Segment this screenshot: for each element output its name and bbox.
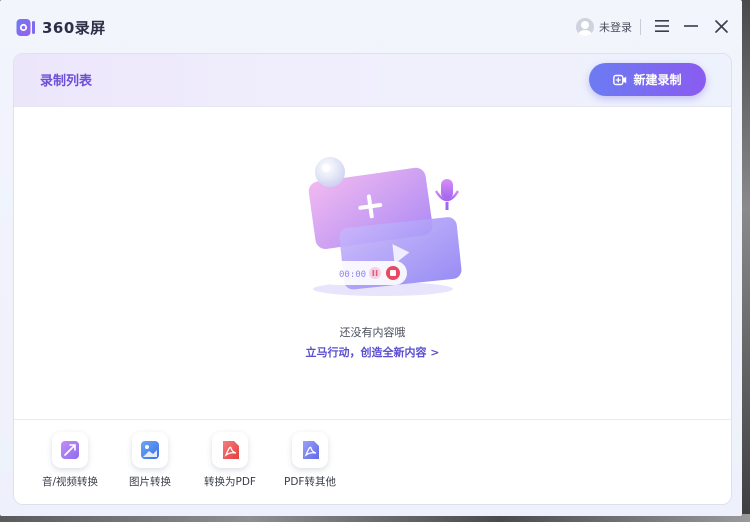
image-convert-icon (132, 432, 168, 468)
tool-label: 音/视频转换 (41, 476, 99, 488)
new-recording-button[interactable]: 新建录制 (589, 63, 706, 96)
app-name: 360录屏 (42, 18, 106, 37)
user-login[interactable]: 未登录 (576, 18, 632, 36)
titlebar-divider (640, 19, 641, 35)
app-window: 360录屏 未登录 录制列表 新建录制 00:00 还没有内容哦 立马行动，创造… (0, 0, 742, 516)
tools-bar: 音/视频转换 图片转换 转换为PDF PDF转其他 (14, 419, 731, 504)
hamburger-icon (655, 20, 669, 32)
minimize-button[interactable] (681, 16, 701, 36)
tool-label: 图片转换 (129, 476, 171, 488)
create-content-link[interactable]: 立马行动，创造全新内容 > (14, 344, 731, 360)
avatar-icon (576, 18, 594, 36)
new-recording-label: 新建录制 (633, 73, 682, 87)
close-button[interactable] (711, 16, 731, 36)
login-status: 未登录 (599, 21, 632, 34)
panel-title: 录制列表 (40, 74, 93, 89)
pdf-convert-icon (292, 432, 328, 468)
video-add-icon (613, 74, 627, 85)
to-pdf-icon (212, 432, 248, 468)
menu-button[interactable] (652, 16, 672, 36)
illustration-timer: 00:00 (339, 270, 366, 280)
app-logo: 360录屏 (16, 17, 106, 37)
title-bar: 360录屏 未登录 (0, 0, 742, 54)
tool-image-convert[interactable]: 图片转换 (110, 432, 190, 489)
tool-label: PDF转其他 (284, 476, 336, 488)
tool-to-pdf[interactable]: 转换为PDF (190, 432, 270, 489)
empty-message: 还没有内容哦 (339, 326, 406, 339)
tool-media-convert[interactable]: 音/视频转换 (30, 432, 110, 489)
media-convert-icon (52, 432, 88, 468)
close-icon (714, 20, 728, 33)
panel-header: 录制列表 新建录制 (14, 54, 731, 107)
empty-state-illustration: 00:00 (308, 157, 462, 296)
minimize-icon (684, 25, 698, 27)
tool-label: 转换为PDF (204, 476, 256, 488)
tool-pdf-convert[interactable]: PDF转其他 (270, 432, 350, 489)
recording-list-panel: 录制列表 新建录制 00:00 还没有内容哦 立马行动，创造全新内容 > 音/视… (13, 53, 732, 505)
logo-icon (16, 18, 35, 36)
